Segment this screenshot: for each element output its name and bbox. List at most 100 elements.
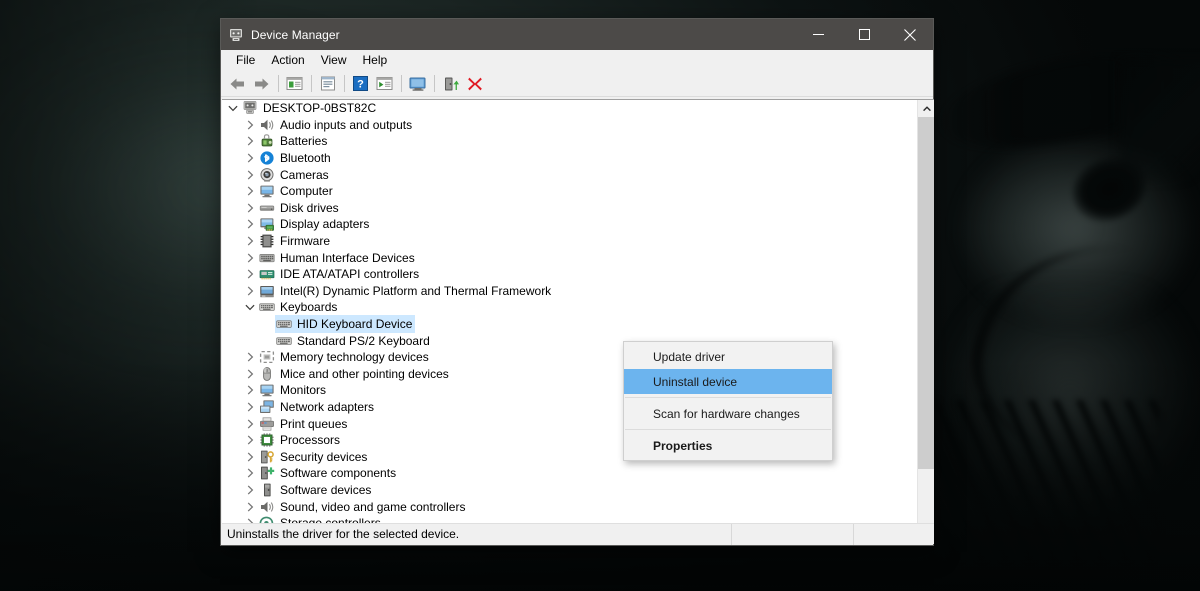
chevron-right-icon[interactable] [242,435,258,445]
menu-view[interactable]: View [313,51,355,70]
scan-for-hardware-changes-button[interactable] [373,73,396,95]
tree-row-content[interactable]: Audio inputs and outputs [258,116,415,134]
tree-row-content[interactable]: Monitors [258,381,329,399]
tree-row[interactable]: Disk drives [222,200,917,217]
hid-icon [259,250,275,266]
tree-row[interactable]: Computer [222,183,917,200]
chevron-right-icon[interactable] [242,219,258,229]
show-devices-button[interactable] [406,73,429,95]
chevron-right-icon[interactable] [242,120,258,130]
back-button[interactable] [226,73,249,95]
toolbar-separator [401,75,402,92]
tree-row[interactable]: Firmware [222,233,917,250]
tree-row[interactable]: Intel(R) Dynamic Platform and Thermal Fr… [222,283,917,300]
tree-row-content[interactable]: Disk drives [258,199,342,217]
tree-row[interactable]: Software devices [222,482,917,499]
show-hide-console-tree-button[interactable] [283,73,306,95]
tree-row[interactable]: IDE ATA/ATAPI controllers [222,266,917,283]
tree-row-content[interactable]: Human Interface Devices [258,249,418,267]
security-device-icon [259,449,275,465]
tree-row-content[interactable]: Processors [258,431,343,449]
window-controls [795,19,933,50]
chevron-right-icon[interactable] [242,485,258,495]
chevron-down-icon[interactable] [242,304,258,311]
chevron-right-icon[interactable] [242,452,258,462]
chevron-right-icon[interactable] [242,286,258,296]
tree-row[interactable]: Keyboards [222,299,917,316]
properties-button[interactable] [316,73,339,95]
chevron-right-icon[interactable] [242,153,258,163]
tree-row-content[interactable]: Memory technology devices [258,348,432,366]
menu-file[interactable]: File [228,51,263,70]
chevron-right-icon[interactable] [242,369,258,379]
context-menu-scan-for-hardware-changes[interactable]: Scan for hardware changes [624,401,832,426]
tree-row-label: Keyboards [280,300,337,314]
window-titlebar[interactable]: Device Manager [221,19,933,50]
tree-row-content[interactable]: Display adapters [258,215,372,233]
context-menu-properties[interactable]: Properties [624,433,832,458]
chevron-right-icon[interactable] [242,502,258,512]
update-driver-button[interactable] [439,73,462,95]
context-menu-update-driver[interactable]: Update driver [624,344,832,369]
tree-row[interactable]: Bluetooth [222,150,917,167]
tree-row[interactable]: Cameras [222,166,917,183]
device-manager-window: Device Manager File Action View Help [220,18,934,546]
help-button[interactable]: ? [349,73,372,95]
tree-row-label: Human Interface Devices [280,251,415,265]
chevron-right-icon[interactable] [242,186,258,196]
chevron-right-icon[interactable] [242,253,258,263]
scroll-up-arrow[interactable] [918,100,934,117]
chevron-right-icon[interactable] [242,136,258,146]
tree-row[interactable]: HID Keyboard Device [222,316,917,333]
forward-button[interactable] [250,73,273,95]
tree-row-content[interactable]: Software components [258,464,399,482]
chevron-right-icon[interactable] [242,203,258,213]
chevron-right-icon[interactable] [242,236,258,246]
tree-row-content[interactable]: Intel(R) Dynamic Platform and Thermal Fr… [258,282,554,300]
toolbar-separator [344,75,345,92]
tree-row-content[interactable]: Batteries [258,132,330,150]
chevron-right-icon[interactable] [242,385,258,395]
tree-row-content[interactable]: Standard PS/2 Keyboard [275,332,433,350]
chevron-right-icon[interactable] [242,419,258,429]
tree-row-content[interactable]: Sound, video and game controllers [258,498,468,516]
close-button[interactable] [887,19,933,50]
speaker-icon [259,499,275,515]
tree-row[interactable]: Audio inputs and outputs [222,117,917,134]
tree-row-content[interactable]: Security devices [258,448,370,466]
scrollbar-thumb[interactable] [918,117,934,469]
tree-row[interactable]: Sound, video and game controllers [222,498,917,515]
tree-row[interactable]: Batteries [222,133,917,150]
tree-row-content[interactable]: Mice and other pointing devices [258,365,452,383]
chevron-right-icon[interactable] [242,352,258,362]
tree-row-content[interactable]: IDE ATA/ATAPI controllers [258,265,422,283]
tree-row-content[interactable]: Network adapters [258,398,377,416]
chevron-down-icon[interactable] [225,105,241,112]
chevron-right-icon[interactable] [242,170,258,180]
tree-row-content[interactable]: Computer [258,182,336,200]
chevron-right-icon[interactable] [242,402,258,412]
tree-row[interactable]: Human Interface Devices [222,249,917,266]
tree-row[interactable]: Software components [222,465,917,482]
minimize-button[interactable] [795,19,841,50]
tree-row-content[interactable]: Print queues [258,415,350,433]
chevron-right-icon[interactable] [242,269,258,279]
menu-help[interactable]: Help [355,51,396,70]
device-tree-list[interactable]: DESKTOP-0BST82CAudio inputs and outputsB… [222,100,917,541]
tree-row-content[interactable]: Bluetooth [258,149,334,167]
tree-vertical-scrollbar[interactable] [917,100,934,541]
tree-row-content[interactable]: Software devices [258,481,374,499]
tree-row-content[interactable]: DESKTOP-0BST82C [241,100,379,117]
context-menu-uninstall-device[interactable]: Uninstall device [624,369,832,394]
chevron-right-icon[interactable] [242,468,258,478]
tree-row[interactable]: Display adapters [222,216,917,233]
menu-action[interactable]: Action [263,51,312,70]
toolbar-separator [434,75,435,92]
tree-row-content[interactable]: Firmware [258,232,333,250]
uninstall-device-button[interactable] [463,73,486,95]
tree-row-root[interactable]: DESKTOP-0BST82C [222,100,917,117]
tree-row-content[interactable]: Keyboards [258,298,340,316]
tree-row-content[interactable]: Cameras [258,166,332,184]
maximize-button[interactable] [841,19,887,50]
tree-row-content[interactable]: HID Keyboard Device [275,315,415,333]
